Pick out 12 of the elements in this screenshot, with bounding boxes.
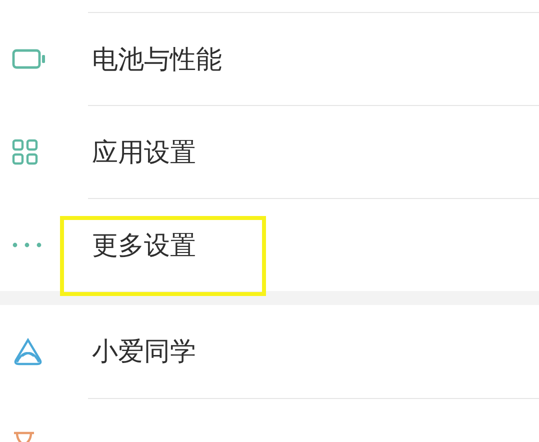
assistant-icon (12, 338, 44, 366)
item-label: 更多设置 (92, 230, 196, 262)
settings-item[interactable]: 更多设置 (0, 198, 539, 291)
item-label: 电池与性能 (92, 44, 222, 76)
settings-item[interactable]: 应用设置 (0, 105, 539, 198)
more-icon (12, 242, 42, 248)
battery-icon (12, 48, 46, 68)
grid-icon (12, 138, 38, 164)
item-label: 应用设置 (92, 136, 196, 170)
settings-item[interactable]: 小爱同学 (0, 305, 539, 398)
settings-item[interactable]: 电池与性能 (0, 12, 539, 105)
item-label: 小爱同学 (92, 336, 196, 369)
